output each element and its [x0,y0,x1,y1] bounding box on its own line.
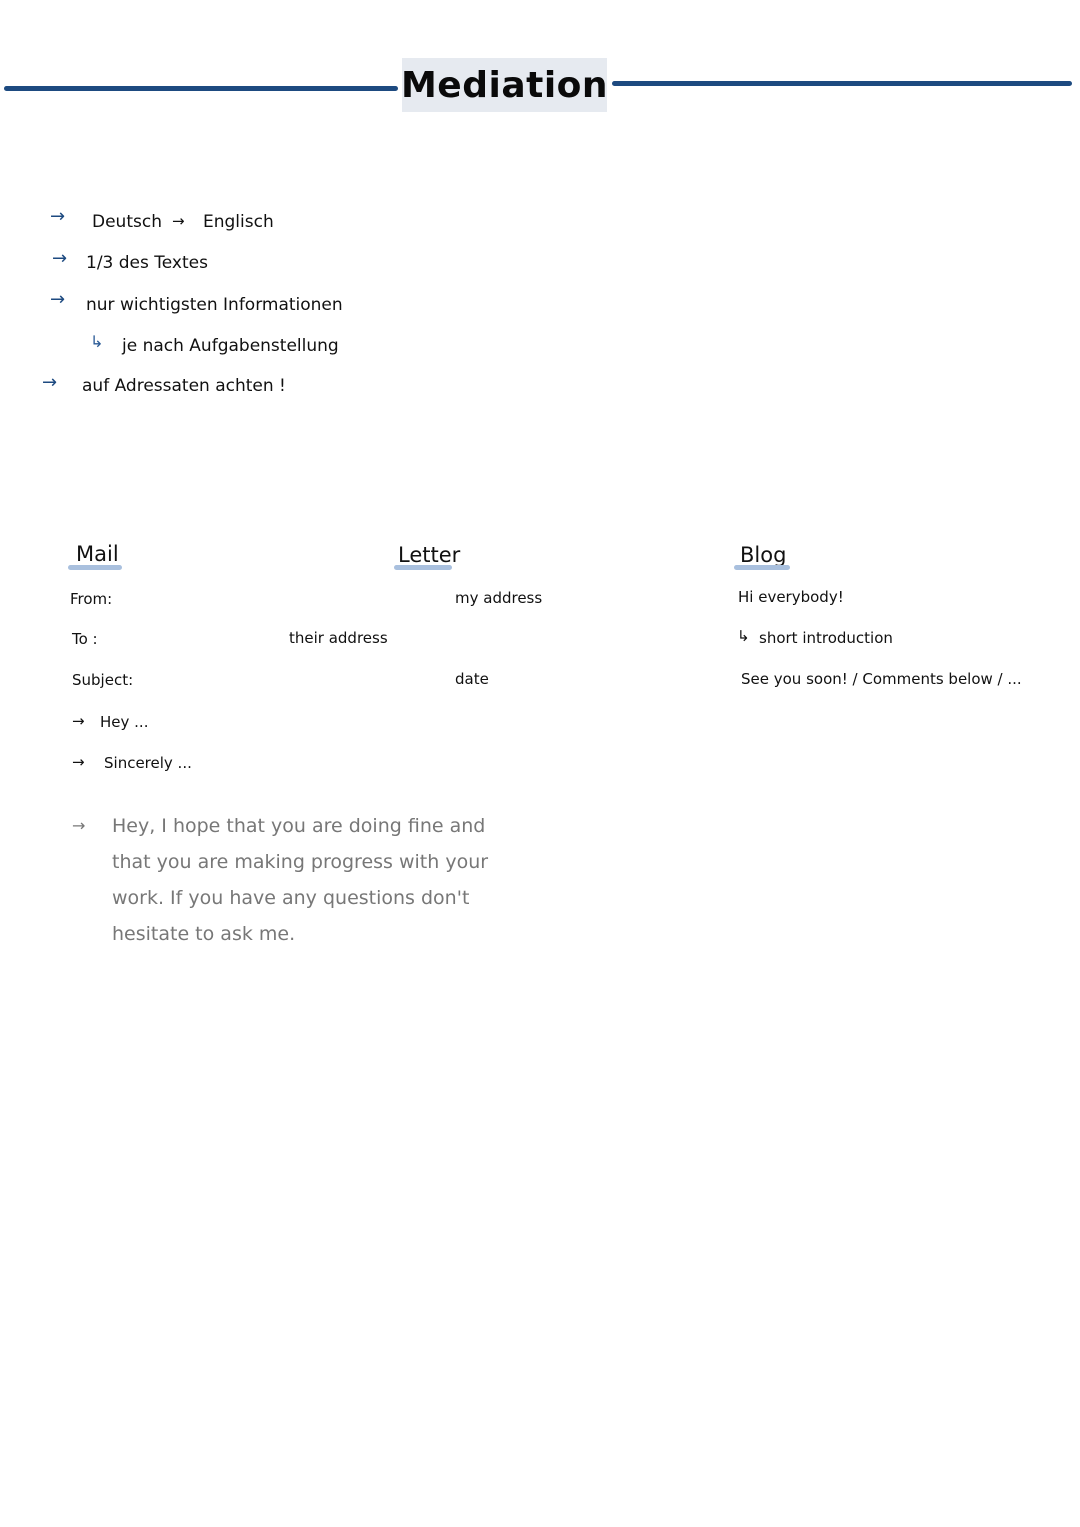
arrow-right-icon: → [72,753,85,771]
bullet-text: je nach Aufgabenstellung [122,336,339,356]
title-rule-right [612,81,1072,86]
letter-their-address: their address [289,629,388,647]
arrow-right-icon: → [172,212,185,230]
return-arrow-icon: ↳ [90,332,104,351]
arrow-right-icon: → [52,248,68,269]
arrow-right-icon: → [42,372,58,393]
blog-heading: Blog [740,543,787,567]
example-text: Hey, I hope that you are doing fine and … [112,815,489,945]
bullet-text: nur wichtigsten Informationen [86,295,343,315]
bullet-text: Englisch [203,212,274,232]
arrow-right-icon: → [50,289,66,310]
bullet-text: auf Adressaten achten ! [82,376,286,396]
mail-greeting: Hey ... [100,713,149,731]
letter-date: date [455,670,489,688]
arrow-right-icon: → [72,712,85,730]
letter-heading: Letter [398,543,461,567]
title-box: Mediation [400,58,609,112]
bullet-text: Deutsch [92,212,162,232]
return-arrow-icon: ↳ [737,627,750,645]
mail-subject-label: Subject: [72,671,134,689]
blog-heading-underline [734,565,790,570]
letter-heading-underline [394,565,452,570]
bullet-text: 1/3 des Textes [86,253,208,273]
arrow-right-icon: → [72,816,86,835]
blog-closing: See you soon! / Comments below / ... [741,670,1022,688]
mail-heading: Mail [76,542,119,566]
page-title: Mediation [400,64,609,106]
arrow-right-icon: → [50,206,66,227]
mail-closing: Sincerely ... [104,754,192,772]
mail-heading-underline [68,565,122,570]
blog-greeting: Hi everybody! [738,588,844,606]
blog-intro: short introduction [759,629,893,647]
letter-my-address: my address [455,589,543,607]
mail-to-label: To : [72,630,98,648]
title-rule-left [4,86,398,91]
mail-from-label: From: [70,590,113,608]
